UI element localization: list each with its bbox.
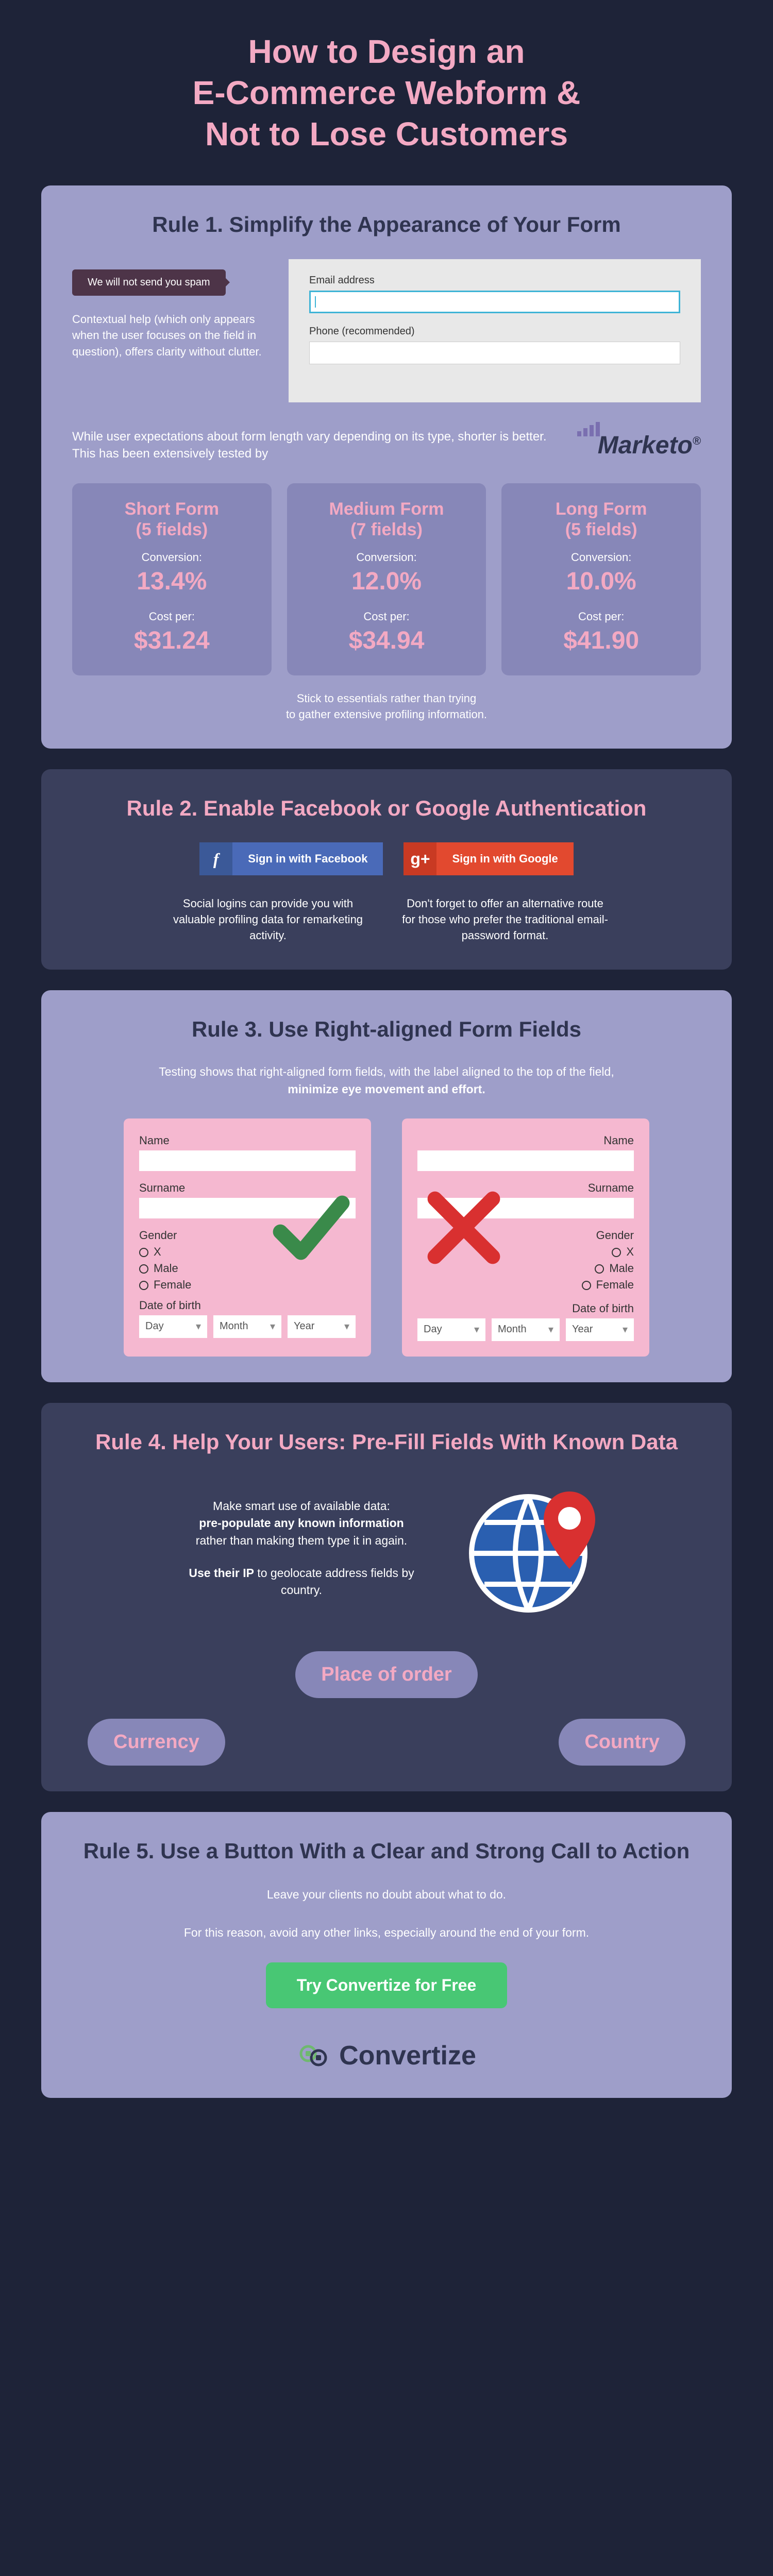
radio-x[interactable]: X — [612, 1245, 634, 1259]
email-label: Email address — [309, 275, 680, 286]
stat-conv-label: Conversion: — [512, 551, 691, 564]
rule-3-heading: Rule 3. Use Right-aligned Form Fields — [72, 1016, 701, 1043]
convertize-icon — [297, 2039, 330, 2072]
stat-title: Long Form(5 fields) — [512, 499, 691, 541]
convertize-logo: Convertize — [72, 2039, 701, 2072]
facebook-label: Sign in with Facebook — [232, 852, 383, 866]
name-label: Name — [417, 1134, 634, 1147]
marketo-logo: Marketo® — [577, 431, 701, 460]
stat-conv-value: 10.0% — [512, 567, 691, 596]
rule-3-description: Testing shows that right-aligned form fi… — [72, 1063, 701, 1098]
country-pill: Country — [559, 1719, 685, 1766]
phone-label: Phone (recommended) — [309, 326, 680, 337]
day-select[interactable]: Day — [417, 1318, 485, 1341]
stat-card-medium: Medium Form(7 fields) Conversion: 12.0% … — [287, 483, 486, 676]
rule-4-text: Make smart use of available data: pre-po… — [167, 1498, 435, 1599]
month-select[interactable]: Month — [492, 1318, 560, 1341]
try-convertize-button[interactable]: Try Convertize for Free — [266, 1962, 508, 2008]
social-note-2: Don't forget to offer an alternative rou… — [402, 896, 608, 943]
year-select[interactable]: Year — [566, 1318, 634, 1341]
dob-label: Date of birth — [417, 1302, 634, 1315]
name-input[interactable] — [139, 1150, 356, 1171]
stat-cost-value: $34.94 — [297, 626, 476, 655]
right-aligned-form-example: Name Surname Gender X Male Female Date o… — [402, 1118, 649, 1357]
example-form: Email address Phone (recommended) — [289, 259, 701, 402]
day-select[interactable]: Day — [139, 1315, 207, 1338]
email-field[interactable] — [309, 291, 680, 313]
radio-female[interactable]: Female — [139, 1278, 356, 1292]
stat-card-short: Short Form(5 fields) Conversion: 13.4% C… — [72, 483, 272, 676]
rule-5-line-1: Leave your clients no doubt about what t… — [72, 1886, 701, 1904]
currency-pill: Currency — [88, 1719, 225, 1766]
stat-title: Medium Form(7 fields) — [297, 499, 476, 541]
stat-cost-label: Cost per: — [512, 610, 691, 623]
form-stats-row: Short Form(5 fields) Conversion: 13.4% C… — [72, 483, 701, 676]
name-label: Name — [139, 1134, 356, 1147]
main-title: How to Design anE-Commerce Webform &Not … — [41, 31, 732, 155]
rule-5-card: Rule 5. Use a Button With a Clear and St… — [41, 1812, 732, 2098]
radio-female[interactable]: Female — [582, 1278, 634, 1292]
stat-title: Short Form(5 fields) — [82, 499, 261, 541]
radio-male[interactable]: Male — [595, 1262, 634, 1275]
facebook-icon: f — [199, 842, 232, 875]
dob-label: Date of birth — [139, 1299, 356, 1312]
stat-conv-label: Conversion: — [297, 551, 476, 564]
stat-conv-label: Conversion: — [82, 551, 261, 564]
name-input[interactable] — [417, 1150, 634, 1171]
stick-to-essentials-text: Stick to essentials rather than tryingto… — [72, 691, 701, 723]
stat-cost-value: $31.24 — [82, 626, 261, 655]
rule-4-card: Rule 4. Help Your Users: Pre-Fill Fields… — [41, 1403, 732, 1792]
google-label: Sign in with Google — [436, 852, 573, 866]
stat-card-long: Long Form(5 fields) Conversion: 10.0% Co… — [501, 483, 701, 676]
marketo-intro-text: While user expectations about form lengt… — [72, 428, 562, 463]
month-select[interactable]: Month — [213, 1315, 281, 1338]
globe-location-icon — [461, 1476, 606, 1620]
rule-1-heading: Rule 1. Simplify the Appearance of Your … — [72, 211, 701, 239]
stat-cost-label: Cost per: — [297, 610, 476, 623]
phone-field[interactable] — [309, 342, 680, 364]
marketo-bars-icon — [577, 422, 600, 436]
left-aligned-form-example: Name Surname Gender X Male Female Date o… — [124, 1118, 371, 1357]
rule-2-card: Rule 2. Enable Facebook or Google Authen… — [41, 769, 732, 970]
rule-5-line-2: For this reason, avoid any other links, … — [72, 1924, 701, 1942]
rule-3-card: Rule 3. Use Right-aligned Form Fields Te… — [41, 990, 732, 1382]
stat-cost-label: Cost per: — [82, 610, 261, 623]
place-of-order-pill: Place of order — [295, 1651, 477, 1698]
rule-2-heading: Rule 2. Enable Facebook or Google Authen… — [72, 795, 701, 822]
facebook-signin-button[interactable]: f Sign in with Facebook — [199, 842, 383, 875]
google-signin-button[interactable]: g+ Sign in with Google — [404, 842, 573, 875]
rule-5-heading: Rule 5. Use a Button With a Clear and St… — [72, 1838, 701, 1865]
stat-conv-value: 12.0% — [297, 567, 476, 596]
stat-conv-value: 13.4% — [82, 567, 261, 596]
social-note-1: Social logins can provide you with valua… — [165, 896, 371, 943]
contextual-help-text: Contextual help (which only appears when… — [72, 311, 268, 361]
rule-1-card: Rule 1. Simplify the Appearance of Your … — [41, 185, 732, 749]
year-select[interactable]: Year — [288, 1315, 356, 1338]
google-plus-icon: g+ — [404, 842, 436, 875]
rule-4-heading: Rule 4. Help Your Users: Pre-Fill Fields… — [72, 1429, 701, 1456]
spam-notice-tooltip: We will not send you spam — [72, 269, 226, 296]
stat-cost-value: $41.90 — [512, 626, 691, 655]
checkmark-icon — [268, 1187, 350, 1269]
x-mark-icon — [423, 1187, 505, 1269]
